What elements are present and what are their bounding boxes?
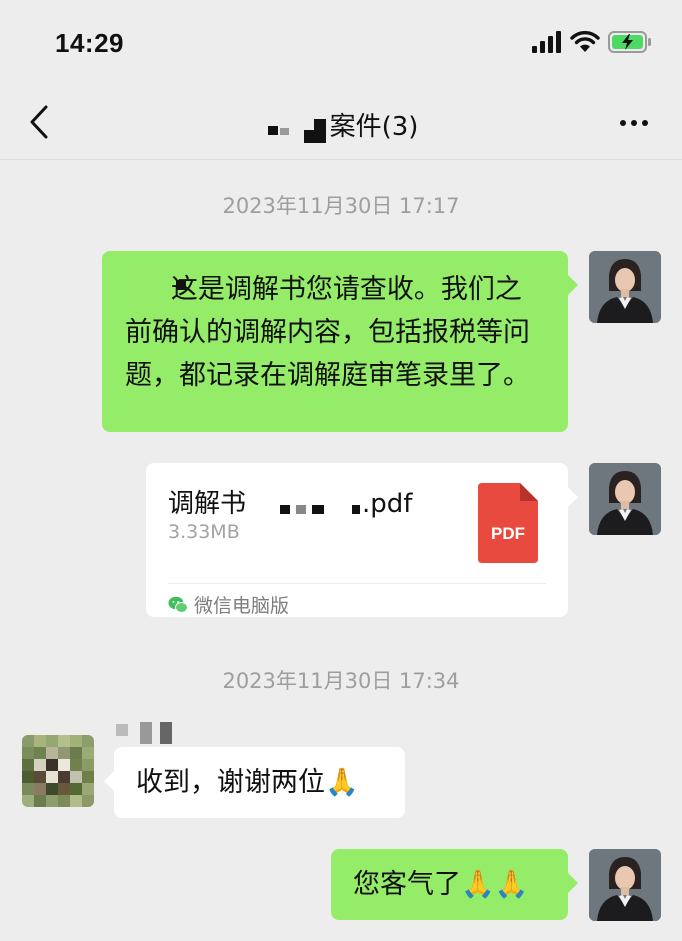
- wechat-icon: [168, 596, 188, 613]
- person-avatar-icon: [589, 463, 661, 535]
- message-text: 这是调解书您请查收。我们之前确认的调解内容，包括报税等问题，都记录在调解庭审笔录…: [125, 274, 530, 391]
- more-dot-icon: [631, 120, 637, 126]
- pdf-file-icon: PDF: [478, 483, 538, 563]
- chat-title-text: 案件(3): [329, 112, 419, 142]
- status-icons: [532, 30, 652, 54]
- redaction-mark: [176, 280, 186, 290]
- chat-title: 案件(3): [0, 106, 682, 143]
- signal-icon: [532, 31, 561, 53]
- wifi-icon: [570, 31, 600, 52]
- message-timestamp: 2023年11月30日 17:17: [222, 194, 460, 218]
- file-name: 调解书 .pdf: [168, 489, 413, 519]
- battery-icon: [608, 31, 651, 53]
- more-button[interactable]: [616, 110, 652, 136]
- file-card-divider: [168, 583, 546, 584]
- more-dot-icon: [642, 120, 648, 126]
- person-avatar-icon: [589, 849, 661, 921]
- redacted-name: [264, 115, 328, 143]
- avatar-self[interactable]: [589, 463, 661, 535]
- file-source-label: 微信电脑版: [194, 595, 290, 617]
- status-bar: 14:29: [0, 0, 682, 88]
- sender-name-redacted: [116, 722, 186, 746]
- file-message-card[interactable]: 调解书 .pdf 3.33MB PDF 微信电脑版: [146, 463, 578, 618]
- avatar-self[interactable]: [589, 251, 661, 323]
- message-text: 收到，谢谢两位🙏: [136, 767, 359, 798]
- person-avatar-icon: [589, 251, 661, 323]
- chat-nav-bar: 案件(3): [0, 88, 682, 160]
- message-bubble-self[interactable]: 您客气了🙏🙏: [331, 849, 578, 920]
- file-source: 微信电脑版: [168, 591, 289, 618]
- redaction-mark: [352, 505, 360, 514]
- file-size: 3.33MB: [168, 521, 240, 543]
- message-text: 您客气了🙏🙏: [353, 869, 529, 900]
- redaction-mark: [280, 505, 290, 514]
- status-time: 14:29: [55, 28, 124, 58]
- avatar-other[interactable]: [22, 735, 94, 807]
- message-timestamp: 2023年11月30日 17:34: [222, 669, 460, 693]
- pixelated-avatar-icon: [22, 735, 94, 807]
- message-bubble-other[interactable]: 收到，谢谢两位🙏: [104, 747, 405, 818]
- pdf-badge-label: PDF: [491, 524, 525, 543]
- avatar-self[interactable]: [589, 849, 661, 921]
- more-dot-icon: [620, 120, 626, 126]
- redaction-mark: [312, 505, 324, 514]
- redaction-mark: [296, 505, 306, 514]
- message-bubble-self[interactable]: 这是调解书您请查收。我们之前确认的调解内容，包括报税等问题，都记录在调解庭审笔录…: [102, 251, 578, 432]
